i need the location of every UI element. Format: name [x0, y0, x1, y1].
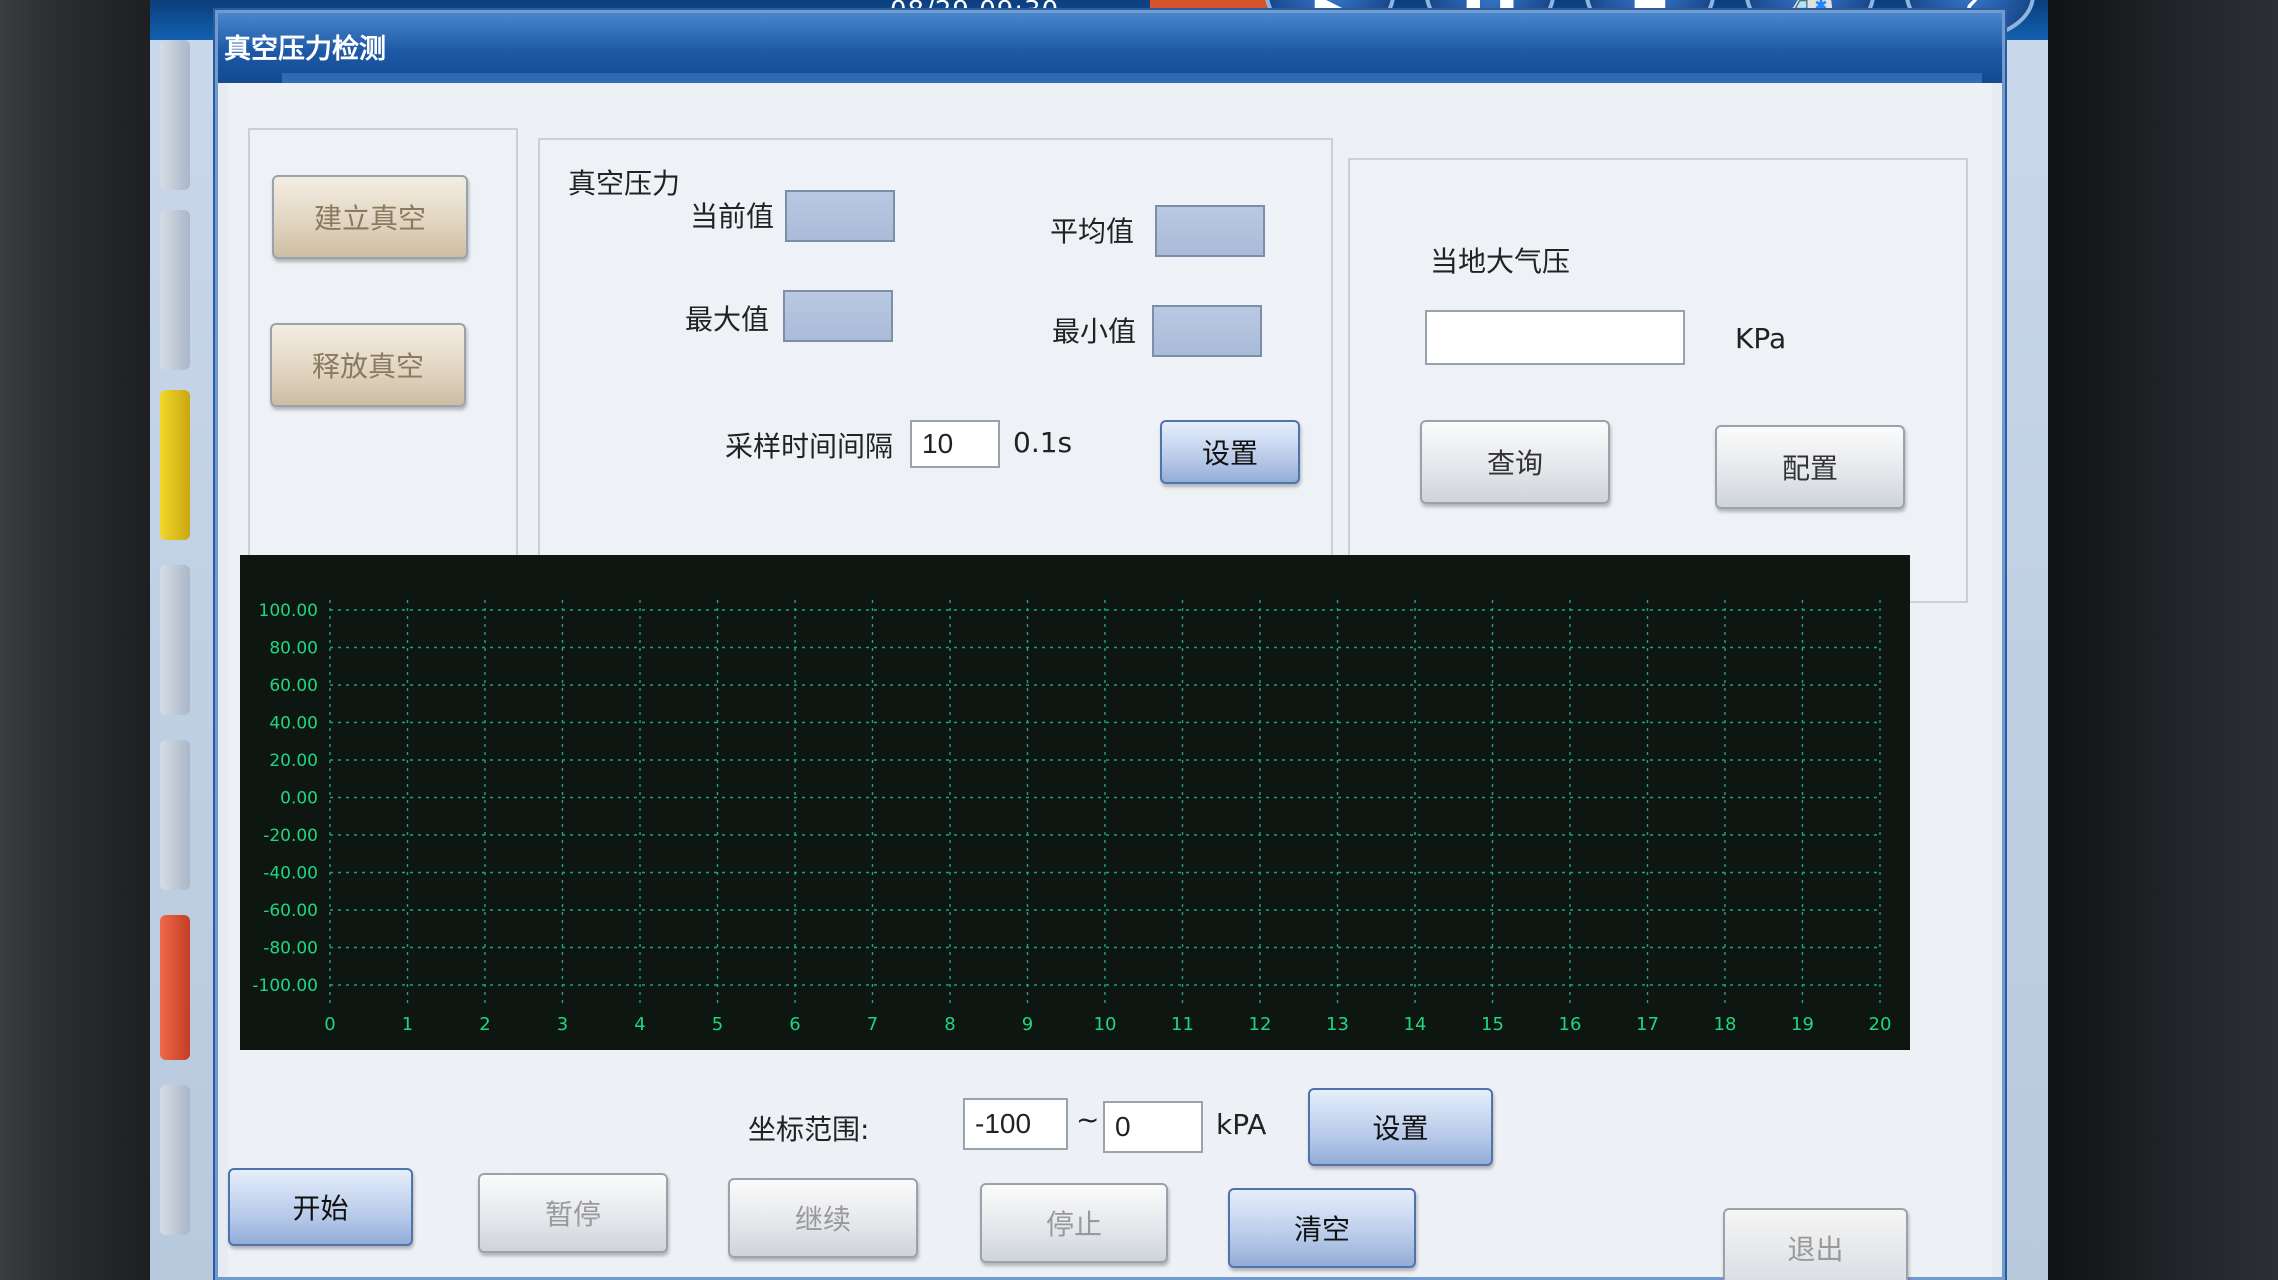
config-button[interactable]: 配置 — [1715, 425, 1905, 509]
monitor-bezel-right — [2048, 0, 2278, 1280]
chart-x-tick-label: 8 — [944, 1014, 955, 1035]
chart-y-tick-label: 60.00 — [269, 676, 318, 696]
chart-y-tick-label: -80.00 — [263, 939, 318, 959]
stop-button[interactable]: 停止 — [980, 1183, 1168, 1263]
chart-y-tick-label: 80.00 — [269, 639, 318, 659]
chart-x-tick-label: 4 — [634, 1014, 645, 1035]
start-button[interactable]: 开始 — [228, 1168, 413, 1246]
atmosphere-label: 当地大气压 — [1430, 245, 1571, 278]
exit-button[interactable]: 退出 — [1723, 1208, 1908, 1280]
chart-x-tick-label: 12 — [1249, 1014, 1272, 1035]
chart-x-tick-label: 13 — [1326, 1014, 1349, 1035]
pressure-chart: 100.00 80.00 60.00 40.00 20.00 0.00 -20.00 -40.… — [240, 555, 1910, 1050]
chart-x-tick-label: 9 — [1022, 1014, 1033, 1035]
release-vacuum-button[interactable]: 释放真空 — [270, 323, 466, 407]
pause-button[interactable]: 暂停 — [478, 1173, 668, 1253]
pressure-group-label: 真空压力 — [568, 167, 681, 200]
chart-x-tick-label: 6 — [789, 1014, 800, 1035]
sampling-interval-label: 采样时间间隔 — [725, 430, 894, 463]
average-value-field — [1155, 205, 1265, 257]
chart-x-tick-label: 19 — [1791, 1014, 1814, 1035]
chart-x-tick-label: 14 — [1404, 1014, 1427, 1035]
chart-x-tick-label: 15 — [1481, 1014, 1504, 1035]
range-max-input[interactable]: 0 — [1103, 1101, 1203, 1153]
chart-x-tick-label: 1 — [402, 1014, 413, 1035]
range-unit: kPA — [1216, 1108, 1267, 1141]
sampling-unit: 0.1s — [1013, 426, 1073, 459]
build-vacuum-button[interactable]: 建立真空 — [272, 175, 468, 259]
side-panel-strip — [160, 740, 190, 890]
pressure-chart-svg: 100.00 80.00 60.00 40.00 20.00 0.00 -20.00 -40.… — [252, 600, 1892, 1035]
vacuum-pressure-group: 真空压力 当前值 平均值 最大值 最小值 采样时间间隔 10 0.1s 设置 — [538, 138, 1333, 563]
atmosphere-input[interactable] — [1425, 310, 1685, 365]
max-value-label: 最大值 — [685, 303, 770, 336]
chart-x-tick-label: 11 — [1171, 1014, 1194, 1035]
chart-y-tick-label: 40.00 — [269, 714, 318, 734]
side-panel-strip — [160, 40, 190, 190]
chart-y-tick-label: -20.00 — [263, 826, 318, 846]
chart-x-tick-label: 0 — [324, 1014, 335, 1035]
vacuum-control-group: 建立真空 释放真空 — [248, 128, 518, 563]
chart-x-tick-label: 2 — [479, 1014, 490, 1035]
range-separator: ~ — [1076, 1103, 1100, 1136]
dialog-title: 真空压力检测 — [224, 34, 386, 65]
chart-x-tick-label: 7 — [867, 1014, 878, 1035]
continue-button[interactable]: 继续 — [728, 1178, 918, 1258]
range-min-input[interactable]: -100 — [963, 1098, 1068, 1150]
chart-x-tick-label: 17 — [1636, 1014, 1659, 1035]
current-value-label: 当前值 — [690, 200, 775, 233]
min-value-field — [1152, 305, 1262, 357]
chart-y-tick-label: 0.00 — [280, 789, 318, 809]
current-value-field — [785, 190, 895, 242]
monitor-bezel-left — [0, 0, 150, 1280]
chart-x-tick-label: 10 — [1094, 1014, 1117, 1035]
atmosphere-group: 当地大气压 KPa 查询 配置 — [1348, 158, 1968, 603]
chart-y-tick-label: 20.00 — [269, 751, 318, 771]
average-value-label: 平均值 — [1050, 215, 1135, 248]
range-set-button[interactable]: 设置 — [1308, 1088, 1493, 1166]
side-panel-strip-red — [160, 915, 190, 1060]
range-label: 坐标范围: — [748, 1113, 870, 1146]
side-panel-strip — [160, 1085, 190, 1235]
sampling-set-button[interactable]: 设置 — [1160, 420, 1300, 484]
max-value-field — [783, 290, 893, 342]
side-panel-strip — [160, 565, 190, 715]
chart-y-tick-label: 100.00 — [259, 601, 318, 621]
atmosphere-unit: KPa — [1735, 322, 1787, 355]
side-panel-strip-yellow — [160, 390, 190, 540]
clear-button[interactable]: 清空 — [1228, 1188, 1416, 1268]
chart-x-tick-label: 3 — [557, 1014, 568, 1035]
chart-x-tick-label: 18 — [1714, 1014, 1737, 1035]
query-button[interactable]: 查询 — [1420, 420, 1610, 504]
chart-y-tick-label: -100.00 — [252, 976, 318, 996]
sampling-interval-input[interactable]: 10 — [910, 420, 1000, 468]
chart-x-tick-label: 16 — [1559, 1014, 1582, 1035]
chart-y-tick-label: -60.00 — [263, 901, 318, 921]
min-value-label: 最小值 — [1052, 315, 1137, 348]
chart-x-tick-label: 20 — [1869, 1014, 1892, 1035]
chart-y-tick-label: -40.00 — [263, 864, 318, 884]
side-panel-strip — [160, 210, 190, 370]
chart-x-tick-label: 5 — [712, 1014, 723, 1035]
